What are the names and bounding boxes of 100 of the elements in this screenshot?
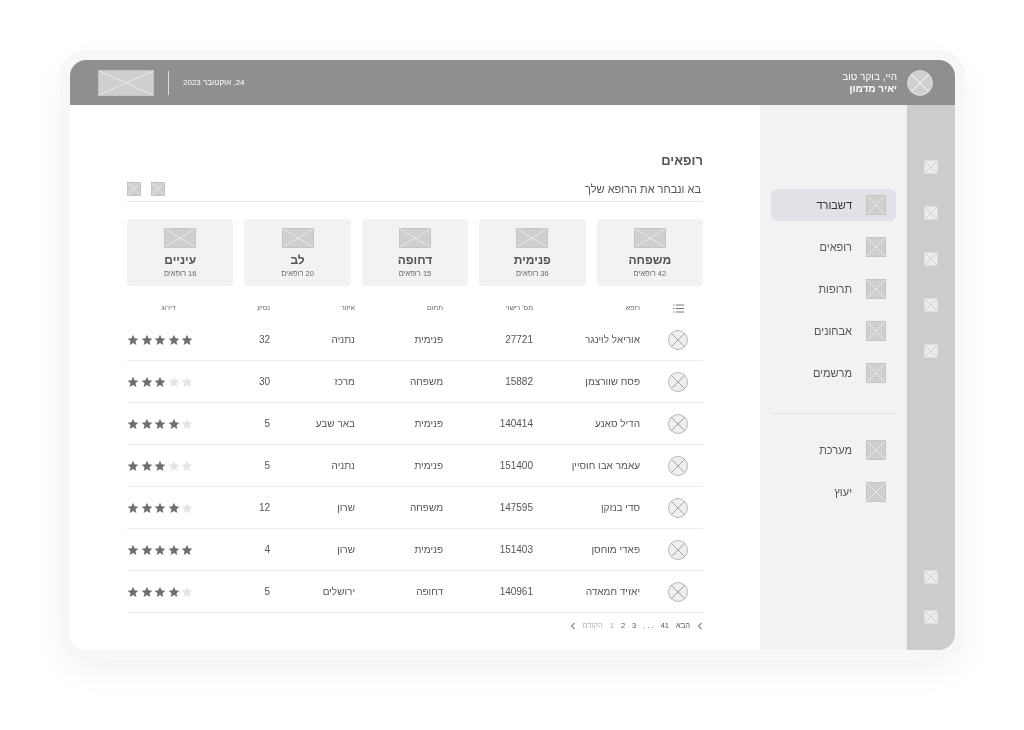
sidebar-item[interactable]: תרופות: [771, 273, 896, 305]
table-cell: פנימית: [414, 460, 443, 471]
table-cell: באר שבע: [315, 418, 355, 429]
table-cell: פנימית: [414, 418, 443, 429]
avatar-icon: [668, 539, 688, 560]
category-name: משפחה: [628, 252, 672, 267]
star-icon: [154, 585, 166, 598]
table-cell: ירושלים: [322, 586, 355, 597]
avatar-icon: [668, 329, 688, 350]
star-icon: [127, 585, 139, 598]
search-field[interactable]: בא ונבחר את הרופא שלך: [165, 182, 703, 196]
category-name: דחופה: [397, 252, 433, 267]
image-placeholder-icon[interactable]: [924, 344, 938, 358]
category-name: לב: [290, 252, 305, 267]
sidebar-item[interactable]: יעוץ: [771, 476, 896, 508]
image-placeholder-icon[interactable]: [924, 298, 938, 312]
table-cell: פנימית: [414, 544, 443, 555]
star-icon: [140, 417, 153, 430]
image-placeholder-icon: [866, 363, 886, 383]
doctor-name: עאמר אבו חוסיין: [571, 460, 640, 471]
star-icon: [140, 333, 153, 346]
table-cell: 12: [258, 502, 270, 513]
star-icon: [127, 459, 139, 472]
table-cell: 151400: [499, 460, 533, 471]
image-placeholder-icon: [399, 227, 431, 248]
table-cell: 32: [258, 334, 270, 345]
image-placeholder-icon: [866, 195, 886, 215]
doctor-name: יאזיד חמאדה: [585, 586, 640, 597]
sidebar-item[interactable]: דשבורד: [771, 189, 896, 221]
star-icon: [127, 417, 139, 430]
star-icon: [127, 501, 139, 514]
table-cell: 30: [258, 376, 270, 387]
category-name: עיניים: [164, 252, 197, 267]
doctor-name: פאדי מוחסן: [591, 544, 640, 555]
star-icon: [140, 375, 153, 388]
avatar-icon: [668, 371, 688, 392]
star-icon: [181, 585, 193, 598]
star-icon: [154, 501, 166, 514]
table-cell: 147595: [499, 502, 533, 513]
avatar-icon: [668, 413, 688, 434]
avatar-icon: [907, 69, 933, 96]
chevron-icon: [569, 621, 576, 630]
table-cell: שרון: [337, 544, 355, 555]
list-icon[interactable]: [672, 304, 684, 313]
doctor-name: סדי בנזקן: [600, 502, 640, 513]
sidebar-item[interactable]: רופאים: [771, 231, 896, 263]
star-icon: [181, 375, 193, 388]
star-icon: [154, 375, 166, 388]
avatar-icon: [668, 497, 688, 518]
image-placeholder-icon: [164, 227, 197, 248]
star-icon: [181, 417, 193, 430]
star-icon: [127, 543, 139, 556]
star-icon: [167, 333, 180, 346]
star-icon: [140, 501, 153, 514]
image-placeholder-icon[interactable]: [924, 160, 938, 174]
image-placeholder-icon: [516, 227, 549, 248]
table-cell: שרון: [337, 502, 355, 513]
image-placeholder-icon[interactable]: [924, 252, 938, 266]
table-cell: נתניה: [331, 334, 355, 345]
star-icon: [154, 417, 166, 430]
table-cell: משפחה: [409, 376, 443, 387]
star-icon: [167, 585, 180, 598]
sidebar-item[interactable]: אבחונים: [771, 315, 896, 347]
star-icon: [167, 501, 180, 514]
star-icon: [167, 459, 180, 472]
star-icon: [167, 417, 180, 430]
doctor-name: פסח שוורצמן: [585, 376, 640, 387]
star-icon: [167, 375, 180, 388]
table-cell: 27721: [505, 334, 533, 345]
avatar-icon: [668, 581, 688, 602]
star-icon: [181, 333, 193, 346]
date: 24, אוקטובר 2023: [183, 78, 245, 87]
logo-placeholder-icon: [98, 69, 154, 96]
page-title: רופאים: [660, 153, 703, 168]
table-cell: 151403: [499, 544, 533, 555]
image-placeholder-icon[interactable]: [924, 610, 938, 624]
sidebar-item[interactable]: מרשמים: [771, 357, 896, 389]
star-icon: [181, 501, 193, 514]
image-placeholder-icon[interactable]: [924, 206, 938, 220]
table-cell: דחופה: [416, 586, 443, 597]
table-cell: 140961: [499, 586, 533, 597]
greeting: היי, בוקר טוב: [842, 70, 897, 83]
star-icon: [154, 543, 166, 556]
table-cell: 5: [264, 418, 270, 429]
doctor-name: אוריאל לוינגר: [585, 334, 640, 345]
image-placeholder-icon: [866, 237, 886, 257]
star-icon: [140, 543, 153, 556]
image-placeholder-icon: [633, 227, 666, 248]
table-cell: משפחה: [409, 502, 443, 513]
image-placeholder-icon: [866, 440, 886, 460]
star-icon: [181, 459, 193, 472]
star-icon: [140, 585, 153, 598]
table-cell: 4: [264, 544, 270, 555]
image-placeholder-icon: [281, 227, 314, 248]
star-icon: [127, 333, 139, 346]
chevron-icon: [697, 621, 703, 630]
sidebar-item[interactable]: מערכת: [771, 434, 896, 466]
star-icon: [127, 375, 139, 388]
category-name: פנימית: [513, 252, 551, 267]
image-placeholder-icon[interactable]: [924, 570, 938, 584]
